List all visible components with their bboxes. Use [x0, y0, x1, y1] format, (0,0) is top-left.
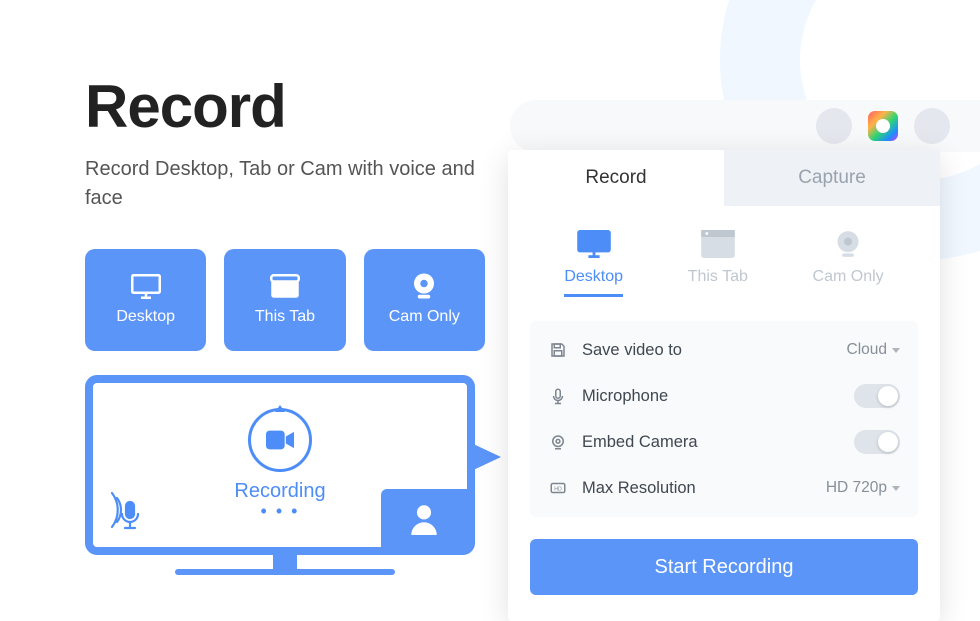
monitor-illustration: Recording • • •: [85, 375, 485, 575]
source-label: Desktop: [564, 268, 623, 286]
pointer-arrow-icon: [467, 441, 501, 473]
start-recording-button[interactable]: Start Recording: [530, 539, 918, 595]
extension-popup: Record Capture Desktop This Tab Cam Only…: [508, 150, 940, 621]
source-selector: Desktop This Tab Cam Only: [508, 206, 940, 307]
mode-card-label: Cam Only: [389, 308, 460, 326]
toolbar-placeholder-icon: [816, 108, 852, 144]
source-cam[interactable]: Cam Only: [813, 230, 884, 297]
source-tab[interactable]: This Tab: [688, 230, 748, 297]
source-label: This Tab: [688, 268, 748, 286]
save-to-dropdown[interactable]: Cloud: [847, 341, 901, 359]
settings-panel: Save video to Cloud Microphone Embed Cam…: [530, 321, 918, 517]
microphone-toggle[interactable]: [854, 384, 900, 408]
page-subtitle: Record Desktop, Tab or Cam with voice an…: [85, 155, 485, 213]
webcam-pip-icon: [381, 489, 467, 547]
mode-cards: Desktop This Tab Cam Only: [85, 249, 485, 351]
microphone-icon: [548, 387, 568, 405]
resolution-icon: HD: [548, 479, 568, 497]
recording-status: Recording: [234, 480, 325, 503]
setting-label: Save video to: [582, 341, 833, 360]
chevron-down-icon: [892, 348, 900, 353]
hero-section: Record Record Desktop, Tab or Cam with v…: [85, 72, 485, 575]
page-title: Record: [85, 72, 485, 141]
setting-microphone: Microphone: [548, 373, 900, 419]
svg-text:HD: HD: [554, 486, 562, 492]
mode-card-label: Desktop: [116, 308, 175, 326]
setting-label: Microphone: [582, 387, 840, 406]
setting-label: Max Resolution: [582, 479, 812, 498]
save-icon: [548, 341, 568, 359]
avatar-placeholder-icon: [914, 108, 950, 144]
tab-icon: [270, 274, 300, 298]
desktop-icon: [131, 274, 161, 298]
setting-max-resolution: HD Max Resolution HD 720p: [548, 465, 900, 511]
webcam-icon: [409, 274, 439, 298]
mode-card-tab[interactable]: This Tab: [224, 249, 345, 351]
extension-icon[interactable]: [868, 111, 898, 141]
tab-capture[interactable]: Capture: [724, 150, 940, 206]
tab-record[interactable]: Record: [508, 150, 724, 206]
chevron-down-icon: [892, 486, 900, 491]
popup-tabs: Record Capture: [508, 150, 940, 206]
mode-card-label: This Tab: [255, 308, 315, 326]
camera-icon: [548, 433, 568, 451]
recording-indicator-icon: [248, 408, 312, 472]
embed-camera-toggle[interactable]: [854, 430, 900, 454]
mode-card-desktop[interactable]: Desktop: [85, 249, 206, 351]
resolution-dropdown[interactable]: HD 720p: [826, 479, 900, 497]
browser-toolbar: [510, 100, 980, 152]
setting-save-to: Save video to Cloud: [548, 327, 900, 373]
setting-label: Embed Camera: [582, 433, 840, 452]
mode-card-cam[interactable]: Cam Only: [364, 249, 485, 351]
microphone-wave-icon: [109, 484, 151, 537]
recording-dots: • • •: [261, 501, 300, 522]
source-label: Cam Only: [813, 268, 884, 286]
source-desktop[interactable]: Desktop: [564, 230, 623, 297]
setting-embed-camera: Embed Camera: [548, 419, 900, 465]
